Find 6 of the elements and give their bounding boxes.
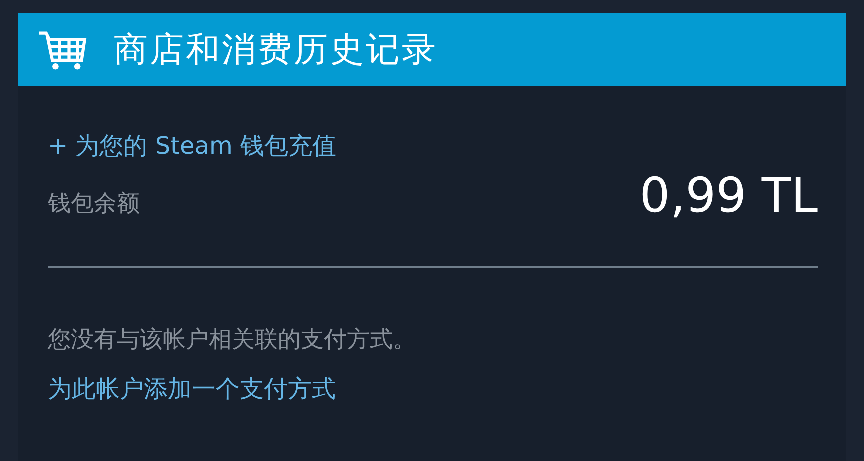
add-payment-link[interactable]: 为此帐户添加一个支付方式 [48,373,336,405]
add-funds-link[interactable]: + 为您的 Steam 钱包充值 [48,130,336,162]
payment-message: 您没有与该帐户相关联的支付方式。 [48,326,416,355]
balance-label: 钱包余额 [48,190,140,219]
section-title: 商店和消费历史记录 [114,28,438,72]
balance-amount: 0,99 TL [640,172,818,220]
